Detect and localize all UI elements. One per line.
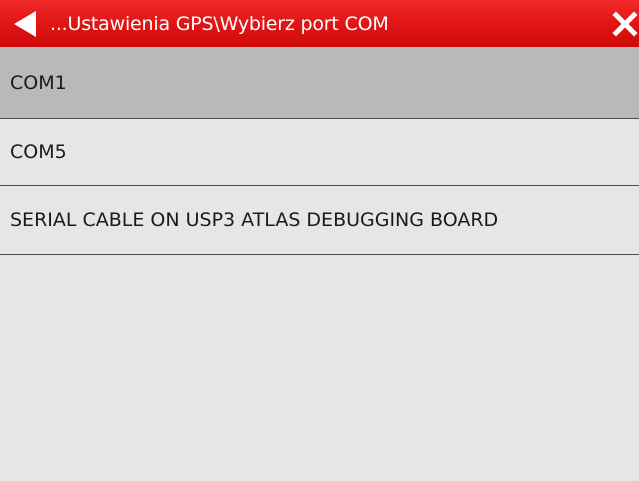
title-bar: ...Ustawienia GPS\Wybierz port COM bbox=[0, 0, 639, 47]
page-title: ...Ustawienia GPS\Wybierz port COM bbox=[50, 12, 389, 35]
port-item-com5[interactable]: COM5 bbox=[0, 119, 639, 186]
port-item-label: COM1 bbox=[10, 71, 67, 94]
close-x-icon bbox=[612, 10, 638, 37]
back-arrow-icon bbox=[14, 10, 36, 37]
back-button[interactable] bbox=[2, 0, 48, 47]
port-item-serial-cable[interactable]: SERIAL CABLE ON USP3 ATLAS DEBUGGING BOA… bbox=[0, 186, 639, 255]
port-item-label: SERIAL CABLE ON USP3 ATLAS DEBUGGING BOA… bbox=[10, 209, 499, 231]
close-button[interactable] bbox=[605, 0, 639, 47]
port-item-label: COM5 bbox=[10, 141, 67, 163]
port-item-com1[interactable]: COM1 bbox=[0, 47, 639, 119]
port-list: COM1 COM5 SERIAL CABLE ON USP3 ATLAS DEB… bbox=[0, 47, 639, 481]
